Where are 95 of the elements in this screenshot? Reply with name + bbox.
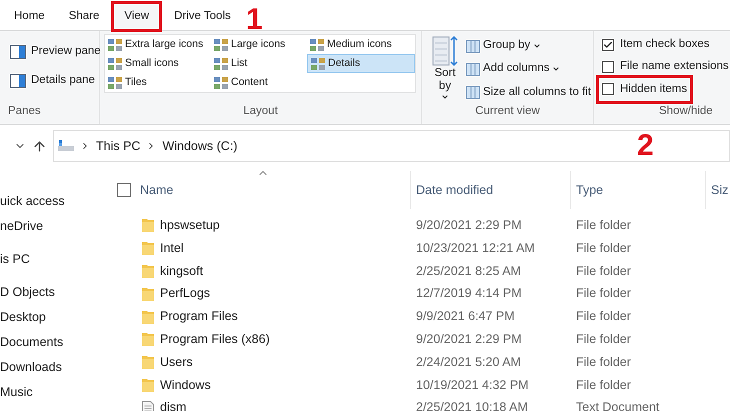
type-cell-text: File folder bbox=[575, 262, 632, 280]
type-cell-text: File folder bbox=[575, 331, 632, 348]
view-icon bbox=[108, 76, 122, 88]
group-label: Current view bbox=[475, 104, 540, 119]
group-label: Show/hide bbox=[658, 104, 714, 119]
type-cell-text: File folder bbox=[575, 217, 632, 234]
layout-option[interactable]: Extra large icons bbox=[105, 35, 211, 54]
file-name[interactable]: Windows bbox=[160, 376, 211, 394]
layout-option[interactable]: Medium icons bbox=[307, 35, 415, 54]
checkbox[interactable] bbox=[602, 83, 614, 96]
layout-option[interactable]: Tiles bbox=[105, 73, 211, 92]
caret-icon bbox=[533, 42, 542, 50]
layout-option[interactable]: List bbox=[211, 54, 307, 73]
type-cell-text: File folder bbox=[575, 308, 632, 326]
file-name[interactable]: Program Files (x86) bbox=[160, 330, 270, 349]
folder-icon bbox=[142, 378, 154, 392]
group-label: Panes bbox=[7, 104, 42, 119]
date-cell-text: 2/24/2021 5:20 AM bbox=[415, 354, 522, 371]
nav-item[interactable]: is PC bbox=[0, 247, 105, 272]
view-icon bbox=[311, 58, 325, 70]
caret-icon bbox=[441, 93, 449, 101]
nav-item[interactable]: Documents bbox=[0, 330, 105, 355]
checkbox[interactable] bbox=[602, 38, 614, 51]
checkbox-option[interactable]: Item check boxes bbox=[602, 36, 710, 54]
sort-icon bbox=[432, 35, 458, 67]
checkbox-option[interactable]: Hidden items bbox=[602, 80, 688, 98]
type-cell-text: File folder bbox=[575, 354, 632, 371]
column-header[interactable]: Name bbox=[140, 180, 174, 200]
pane-button[interactable]: Details pane bbox=[10, 72, 99, 90]
file-name[interactable]: PerfLogs bbox=[160, 284, 210, 304]
ribbon-tab[interactable]: Drive Tools bbox=[164, 3, 241, 30]
view-icon bbox=[108, 58, 122, 70]
file-name[interactable]: hpswsetup bbox=[160, 216, 220, 235]
nav-item[interactable]: neDrive bbox=[0, 214, 105, 239]
columns-icon bbox=[466, 85, 480, 100]
ribbon-tab[interactable]: Share bbox=[58, 3, 110, 30]
date-cell-text: 10/23/2021 12:21 AM bbox=[415, 240, 536, 257]
folder-icon bbox=[142, 286, 154, 301]
sort-by-button[interactable]: Sort by bbox=[430, 35, 460, 103]
date-cell-text: 10/19/2021 4:32 PM bbox=[415, 376, 530, 394]
column-header[interactable]: Type bbox=[576, 180, 604, 200]
view-command[interactable]: Group by bbox=[466, 37, 592, 54]
step-number: 2 bbox=[637, 131, 654, 161]
select-all-checkbox[interactable] bbox=[117, 183, 131, 197]
type-cell-text: File folder bbox=[575, 376, 632, 394]
breadcrumb[interactable]: This PC bbox=[96, 136, 140, 156]
folder-icon bbox=[142, 355, 154, 370]
columns-icon bbox=[466, 38, 480, 53]
folder-icon bbox=[142, 218, 154, 232]
group-label: Layout bbox=[243, 104, 278, 119]
file-name[interactable]: Users bbox=[160, 352, 193, 372]
file-name[interactable]: kingsoft bbox=[160, 262, 204, 280]
step-number: 1 bbox=[246, 5, 263, 35]
nav-item[interactable]: Downloads bbox=[0, 355, 105, 380]
date-cell-text: 2/25/2021 8:25 AM bbox=[415, 262, 522, 280]
type-cell-text: File folder bbox=[575, 240, 632, 257]
ribbon-tab[interactable]: View bbox=[113, 3, 160, 30]
checkbox[interactable] bbox=[602, 60, 614, 73]
date-cell-text: 9/20/2021 2:29 PM bbox=[415, 331, 523, 348]
ribbon-tab[interactable]: Home bbox=[4, 3, 55, 30]
layout-option[interactable]: Content bbox=[211, 73, 307, 92]
pane-button[interactable]: Preview pane bbox=[10, 43, 99, 60]
drive-icon bbox=[58, 140, 74, 152]
checkbox-option[interactable]: File name extensions bbox=[602, 58, 729, 76]
nav-item[interactable]: uick access bbox=[0, 189, 105, 214]
file-name[interactable]: Program Files bbox=[160, 307, 238, 326]
view-icon bbox=[214, 76, 228, 88]
caret-icon bbox=[552, 64, 560, 73]
view-icon bbox=[214, 38, 228, 50]
folder-icon bbox=[142, 310, 154, 324]
view-icon bbox=[310, 38, 324, 50]
date-cell-text: 9/9/2021 6:47 PM bbox=[415, 308, 516, 326]
breadcrumb[interactable]: Windows (C:) bbox=[162, 136, 238, 156]
layout-option[interactable]: Small icons bbox=[105, 54, 211, 73]
column-header[interactable]: Siz bbox=[711, 180, 728, 200]
column-header[interactable]: Date modified bbox=[416, 180, 494, 200]
nav-item[interactable]: Desktop bbox=[0, 305, 105, 330]
view-icon bbox=[214, 58, 228, 70]
date-cell-text: 12/7/2019 4:14 PM bbox=[415, 285, 523, 302]
folder-icon bbox=[142, 332, 154, 346]
view-command[interactable]: Add columns bbox=[466, 60, 592, 78]
layout-option[interactable]: Details bbox=[307, 54, 415, 73]
view-icon bbox=[108, 38, 122, 50]
pane-icon bbox=[10, 44, 26, 59]
view-command[interactable]: Size all columns to fit bbox=[466, 84, 592, 101]
folder-icon bbox=[142, 241, 154, 256]
file-name[interactable]: Intel bbox=[160, 238, 184, 258]
pane-icon bbox=[10, 74, 26, 88]
columns-icon bbox=[466, 62, 480, 76]
layout-option[interactable]: Large icons bbox=[211, 35, 307, 54]
date-cell-text: 9/20/2021 2:29 PM bbox=[415, 217, 523, 234]
nav-item[interactable]: Music bbox=[0, 380, 105, 405]
folder-icon bbox=[142, 264, 154, 278]
type-cell-text: File folder bbox=[575, 285, 632, 302]
nav-item[interactable]: D Objects bbox=[0, 280, 105, 305]
